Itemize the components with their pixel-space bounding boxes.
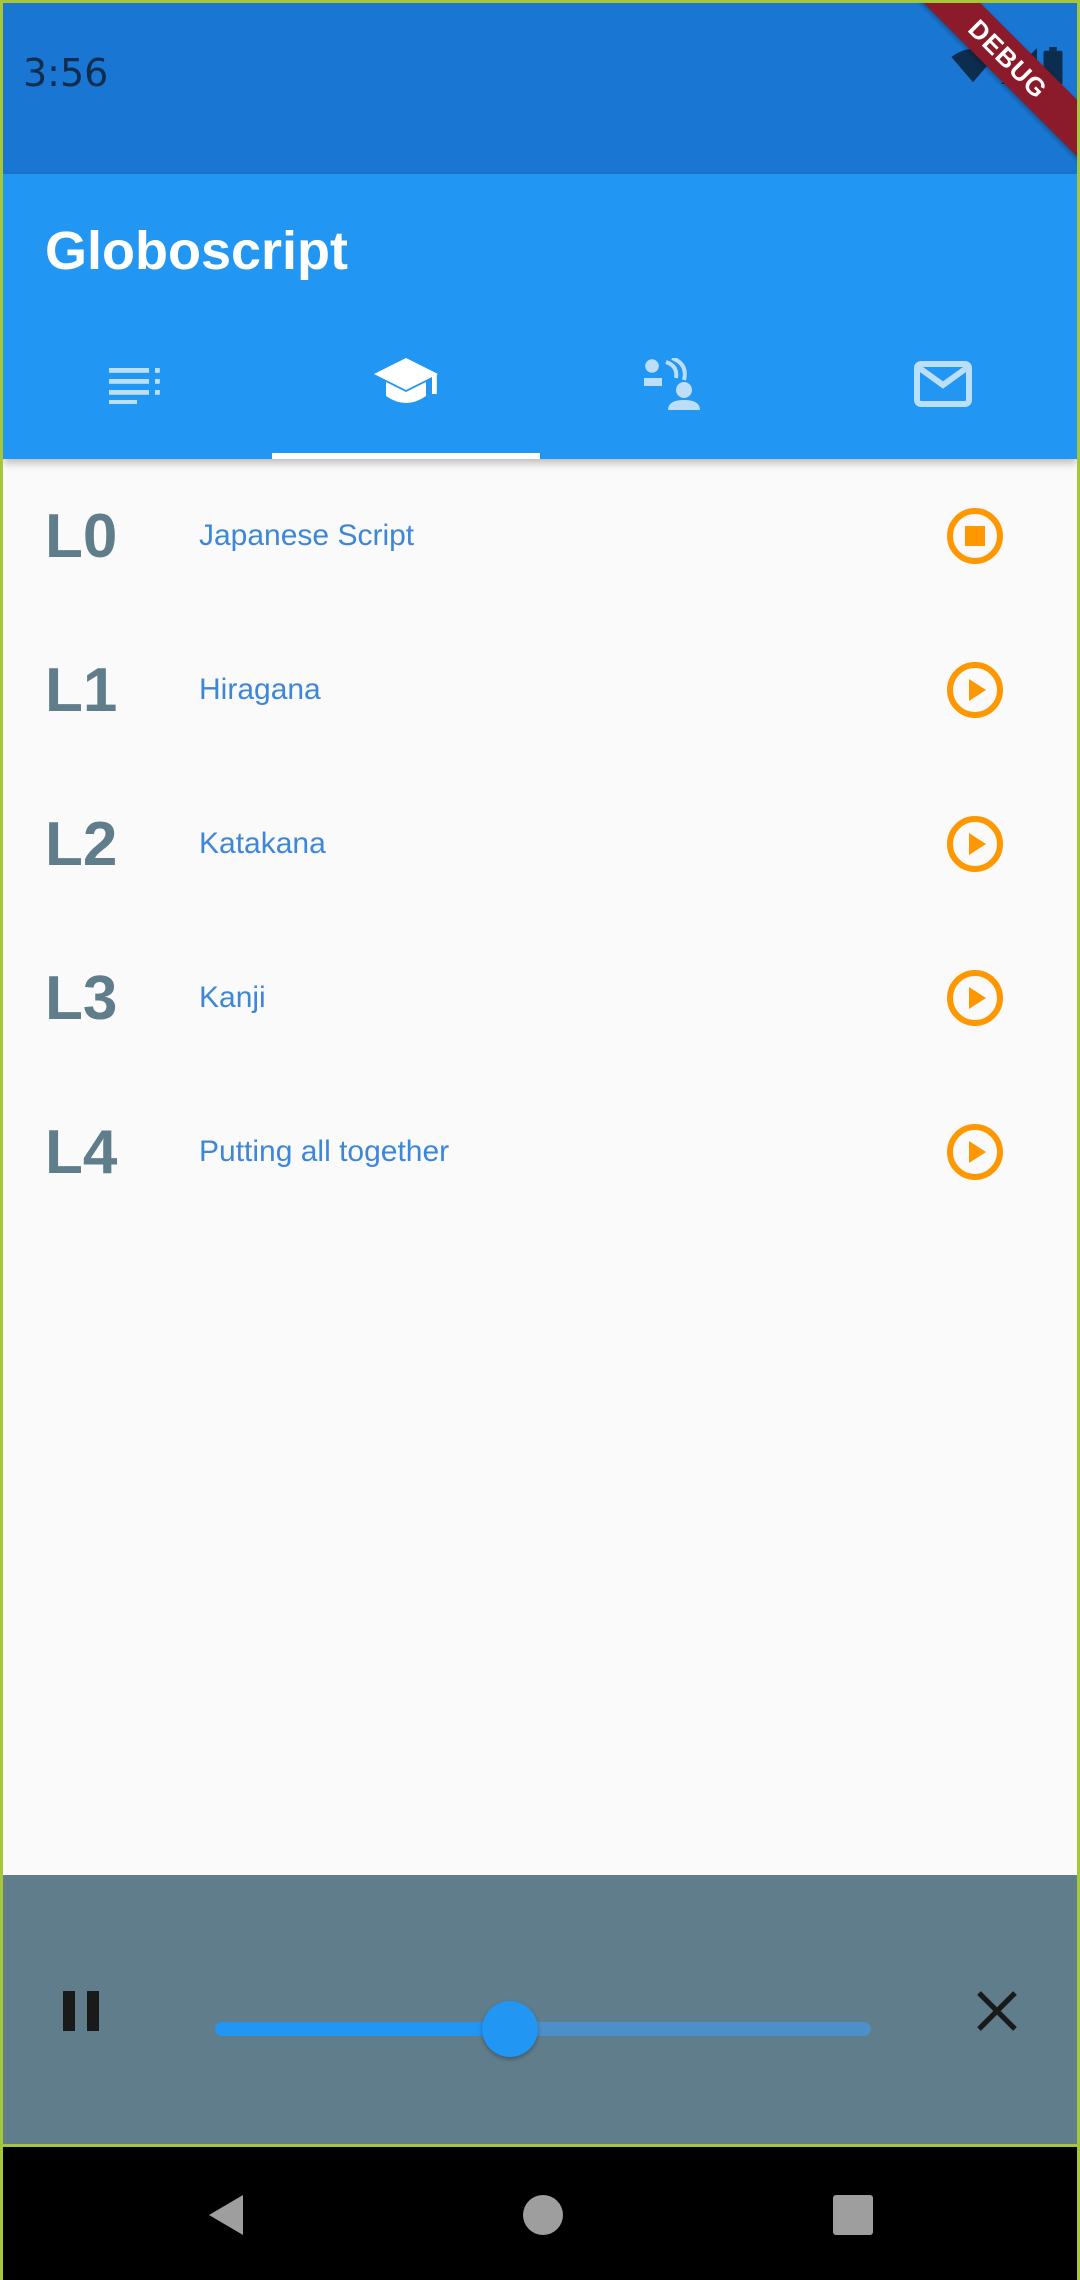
play-button[interactable] (945, 814, 1005, 874)
audio-player (3, 1875, 1077, 2147)
tab-bar (3, 309, 1077, 459)
home-circle-icon (523, 2195, 563, 2235)
lesson-title: Japanese Script (199, 519, 415, 552)
tab-mail[interactable] (809, 309, 1078, 459)
lesson-row[interactable]: L2 Katakana (3, 767, 1077, 921)
recents-button[interactable] (829, 2191, 877, 2239)
progress-slider[interactable] (215, 2001, 871, 2057)
lesson-title: Kanji (199, 981, 266, 1014)
play-circle-icon (947, 816, 1003, 872)
recents-square-icon (833, 2195, 873, 2235)
close-button[interactable] (973, 1987, 1021, 2035)
lesson-title: Hiragana (199, 673, 321, 706)
mail-icon (913, 361, 972, 407)
lesson-row[interactable]: L4 Putting all together (3, 1075, 1077, 1229)
lesson-row[interactable]: L0 Japanese Script (3, 459, 1077, 613)
app-title: Globoscript (45, 221, 349, 281)
app-root: 3:56 DEBUG Globoscript L0 Japanese Scrip… (0, 0, 1080, 2280)
stop-circle-icon (947, 508, 1003, 564)
close-icon (977, 1991, 1017, 2031)
home-button[interactable] (519, 2191, 567, 2239)
lesson-row[interactable]: L3 Kanji (3, 921, 1077, 1075)
lesson-code: L0 (45, 501, 118, 571)
lesson-title: Putting all together (199, 1135, 450, 1168)
lesson-code: L3 (45, 963, 118, 1033)
tab-speaking[interactable] (540, 309, 809, 459)
play-circle-icon (947, 970, 1003, 1026)
play-button[interactable] (945, 660, 1005, 720)
back-triangle-icon (209, 2195, 243, 2235)
status-time: 3:56 (23, 51, 109, 95)
list-icon (109, 368, 161, 404)
lesson-code: L2 (45, 809, 118, 879)
pause-icon (63, 1991, 99, 2031)
stop-button[interactable] (945, 506, 1005, 566)
tab-list[interactable] (3, 309, 272, 459)
status-bar: 3:56 DEBUG (3, 3, 1077, 174)
system-nav-bar (3, 2147, 1077, 2280)
lesson-title: Katakana (199, 827, 326, 860)
lesson-code: L4 (45, 1117, 118, 1187)
app-bar: Globoscript (3, 174, 1077, 459)
pause-button[interactable] (59, 1987, 103, 2035)
play-button[interactable] (945, 1122, 1005, 1182)
play-button[interactable] (945, 968, 1005, 1028)
lesson-code: L1 (45, 655, 118, 725)
lesson-row[interactable]: L1 Hiragana (3, 613, 1077, 767)
lesson-list: L0 Japanese Script L1 Hiragana L2 Kataka… (3, 459, 1077, 1229)
play-circle-icon (947, 662, 1003, 718)
back-button[interactable] (203, 2191, 251, 2239)
speaking-icon (644, 358, 701, 410)
tab-school[interactable] (271, 309, 541, 459)
slider-thumb[interactable] (482, 2001, 539, 2057)
slider-fill (215, 2022, 511, 2036)
play-circle-icon (947, 1124, 1003, 1180)
school-icon (373, 358, 438, 403)
